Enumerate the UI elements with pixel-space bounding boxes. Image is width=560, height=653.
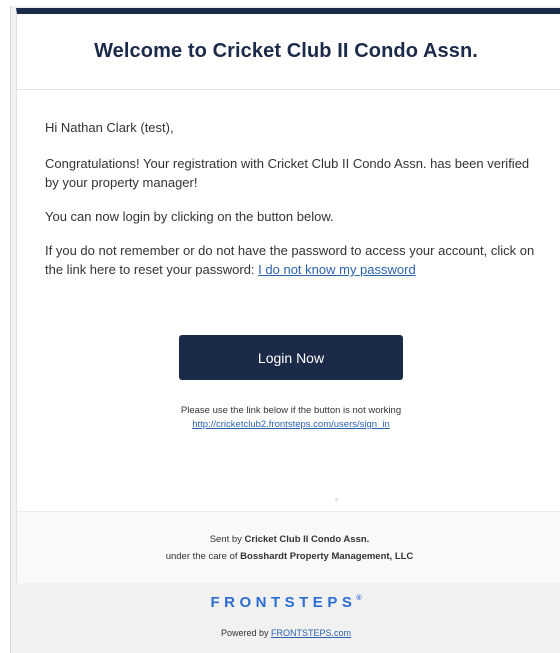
frontsteps-logo: FRONTSTEPS® <box>11 594 560 611</box>
powered-prefix: Powered by <box>220 628 271 638</box>
reset-paragraph: If you do not remember or do not have th… <box>45 241 537 279</box>
tracking-pixel <box>335 498 338 501</box>
greeting-text: Hi Nathan Clark (test), <box>45 120 174 135</box>
sent-by-prefix: Sent by <box>209 533 245 545</box>
care-prefix: under the care of <box>165 550 241 562</box>
congrats-text: Congratulations! Your registration with … <box>45 156 530 190</box>
fallback-signin-link[interactable]: http://cricketclub2.frontsteps.com/users… <box>192 418 389 432</box>
sent-by-line: Sent by Cricket Club II Condo Assn. <box>210 531 370 548</box>
sent-by-footer: Sent by Cricket Club II Condo Assn. unde… <box>17 511 560 583</box>
fallback-block: Please use the link below if the button … <box>45 404 537 432</box>
login-now-button[interactable]: Login Now <box>179 335 403 380</box>
powered-by: Powered by FRONTSTEPS.com <box>11 628 560 638</box>
registered-mark: ® <box>356 595 362 602</box>
sent-by-name: Cricket Club II Condo Assn. <box>244 533 370 545</box>
email-title: Welcome to Cricket Club II Condo Assn. <box>94 40 478 62</box>
email-header: Welcome to Cricket Club II Condo Assn. <box>17 14 560 90</box>
fallback-text: Please use the link below if the button … <box>180 405 402 416</box>
reset-password-link[interactable]: I do not know my password <box>258 262 416 277</box>
email-body: Hi Nathan Clark (test), Congratulations!… <box>17 90 537 432</box>
email-card: Welcome to Cricket Club II Condo Assn. H… <box>16 8 560 583</box>
care-company-name: Bosshardt Property Management, LLC <box>240 550 414 562</box>
email-viewport: Welcome to Cricket Club II Condo Assn. H… <box>10 6 560 653</box>
frontsteps-link[interactable]: FRONTSTEPS.com <box>271 628 351 638</box>
login-button-wrap: Login Now <box>45 335 537 380</box>
brand-wordmark: FRONTSTEPS <box>210 594 357 611</box>
care-line: under the care of Bosshardt Property Man… <box>166 548 414 565</box>
login-hint-text: You can now login by clicking on the but… <box>45 209 334 224</box>
